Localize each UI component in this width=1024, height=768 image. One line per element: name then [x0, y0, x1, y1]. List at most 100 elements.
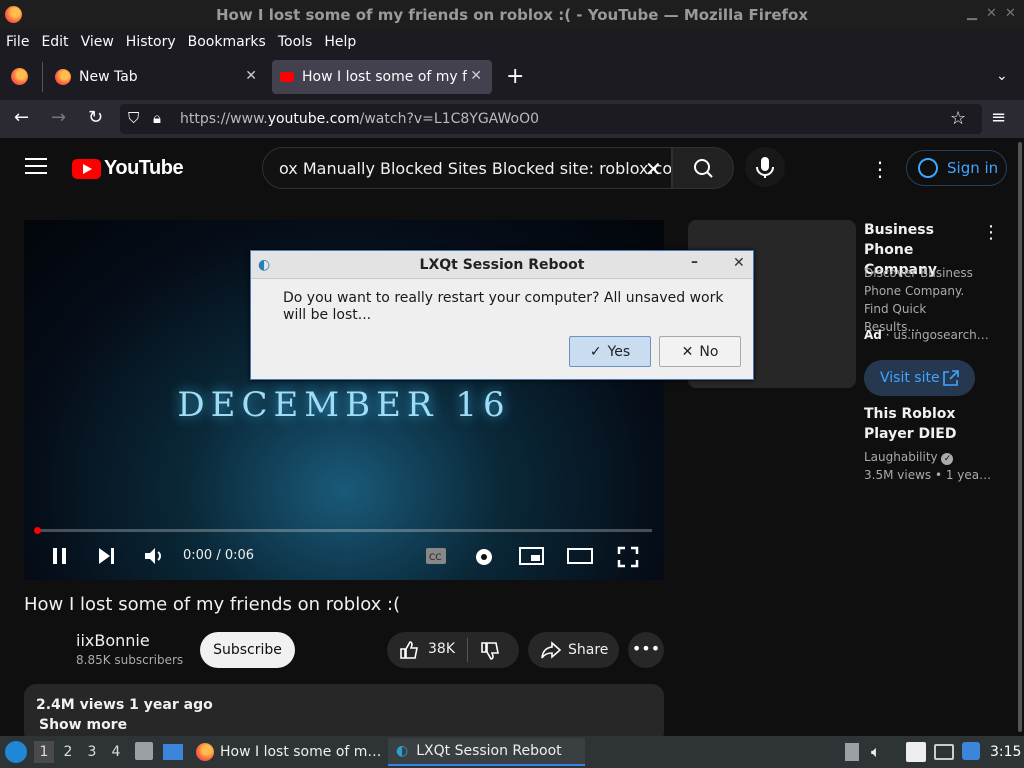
- shield-icon[interactable]: ⛉: [128, 109, 139, 127]
- new-tab-plus-icon[interactable]: +: [506, 64, 524, 89]
- menu-help[interactable]: Help: [324, 34, 362, 50]
- sign-in-button[interactable]: Sign in: [906, 150, 1007, 186]
- volume-tray-icon[interactable]: 🔈︎: [871, 742, 881, 762]
- firefox-view-icon[interactable]: [11, 68, 28, 85]
- lxqt-start-menu-icon[interactable]: [5, 741, 27, 763]
- more-actions-icon[interactable]: •••: [628, 632, 664, 668]
- recommended-channel[interactable]: Laughability ✓: [864, 450, 954, 465]
- ad-menu-kebab-icon[interactable]: ⋮: [982, 222, 1000, 243]
- guide-menu-icon[interactable]: [25, 158, 47, 179]
- workspace-2[interactable]: 2: [58, 741, 78, 763]
- search-button[interactable]: [672, 147, 734, 189]
- menu-file[interactable]: File: [6, 34, 35, 50]
- close-icon[interactable]: ✕: [1005, 6, 1016, 21]
- voice-search-button[interactable]: [745, 147, 785, 187]
- subscriber-count: 8.85K subscribers: [76, 653, 184, 667]
- next-video-icon[interactable]: [96, 546, 116, 566]
- clear-search-icon[interactable]: ✕: [645, 157, 662, 181]
- forward-arrow-icon[interactable]: →: [51, 107, 66, 128]
- settings-gear-icon[interactable]: [473, 546, 495, 568]
- show-more-link[interactable]: Show more: [39, 717, 127, 733]
- video-overlay-text: DECEMBER 16: [177, 385, 511, 425]
- theater-mode-icon[interactable]: [567, 547, 593, 565]
- task-firefox[interactable]: How I lost some of m…: [192, 738, 382, 766]
- close-tab-icon[interactable]: ✕: [245, 68, 257, 84]
- share-button[interactable]: Share: [528, 632, 619, 668]
- settings-kebab-icon[interactable]: ⋮: [870, 157, 890, 181]
- list-all-tabs-chevron-icon[interactable]: ⌄: [996, 68, 1008, 84]
- update-notifier-icon[interactable]: [962, 742, 980, 760]
- removable-media-icon[interactable]: [845, 743, 859, 761]
- search-input[interactable]: ox Manually Blocked Sites Blocked site: …: [262, 147, 672, 189]
- thumbs-up-icon[interactable]: [399, 640, 419, 660]
- workspace-3[interactable]: 3: [82, 741, 102, 763]
- no-button[interactable]: ✕ No: [659, 336, 741, 367]
- reload-icon[interactable]: ↻: [88, 107, 103, 128]
- thumbs-down-icon[interactable]: [480, 641, 500, 661]
- search-icon: [694, 159, 713, 178]
- pause-icon[interactable]: [50, 546, 70, 566]
- workspace-1[interactable]: 1: [34, 741, 54, 763]
- menu-tools[interactable]: Tools: [278, 34, 319, 50]
- app-menu-hamburger-icon[interactable]: ≡: [991, 107, 1006, 128]
- dialog-title: LXQt Session Reboot: [419, 256, 585, 273]
- close-tab-icon[interactable]: ✕: [470, 68, 482, 84]
- url-prefix: https://www.: [180, 111, 268, 127]
- microphone-icon: [756, 157, 774, 178]
- tab-separator: [42, 62, 43, 92]
- tab-new-tab[interactable]: New Tab ✕: [47, 60, 267, 94]
- yes-button[interactable]: ✓ Yes: [569, 336, 651, 367]
- fullscreen-icon[interactable]: [617, 546, 639, 568]
- volume-icon[interactable]: [143, 546, 165, 566]
- scrollbar-thumb[interactable]: [1018, 142, 1022, 732]
- network-icon[interactable]: [934, 744, 954, 760]
- minimize-icon[interactable]: ▁: [967, 6, 977, 21]
- verified-check-icon: ✓: [941, 453, 954, 465]
- subscribe-button[interactable]: Subscribe: [200, 632, 295, 668]
- maximize-icon[interactable]: ✕: [986, 6, 997, 21]
- menu-bookmarks[interactable]: Bookmarks: [188, 34, 272, 50]
- miniplayer-icon[interactable]: [519, 547, 545, 565]
- tab-label: New Tab: [79, 69, 138, 85]
- visit-site-label: Visit site: [880, 370, 940, 386]
- dialog-titlebar[interactable]: ◐ LXQt Session Reboot – ✕: [251, 251, 753, 279]
- menu-view[interactable]: View: [81, 34, 120, 50]
- tab-bar: New Tab ✕ How I lost some of my friends …: [0, 54, 1024, 100]
- clipboard-icon[interactable]: [906, 742, 926, 762]
- youtube-logo[interactable]: YouTube: [72, 157, 184, 180]
- youtube-favicon-icon: [280, 72, 294, 82]
- dialog-minimize-icon[interactable]: –: [691, 254, 698, 270]
- progress-scrubber[interactable]: [34, 527, 41, 534]
- search-input-value: ox Manually Blocked Sites Blocked site: …: [279, 158, 672, 178]
- closed-captions-icon[interactable]: CC: [425, 547, 447, 565]
- recommended-video-title[interactable]: This Roblox Player DIED: [864, 404, 984, 444]
- url-bar[interactable]: ⛉ 🔒︎ https://www. youtube.com/watch?v=L1C…: [120, 104, 982, 134]
- video-progress-bar[interactable]: [34, 527, 652, 534]
- file-manager-icon[interactable]: [135, 742, 153, 760]
- page-scrollbar[interactable]: [1016, 138, 1024, 736]
- tab-youtube-video[interactable]: How I lost some of my friends on roblox …: [272, 60, 492, 94]
- show-desktop-icon[interactable]: [163, 744, 183, 760]
- session-reboot-dialog: ◐ LXQt Session Reboot – ✕ Do you want to…: [250, 250, 754, 380]
- ad-description: Discover Business Phone Company. Find Qu…: [864, 266, 973, 334]
- firefox-icon: [55, 69, 71, 85]
- visit-site-button[interactable]: Visit site: [864, 360, 975, 396]
- like-count[interactable]: 38K: [428, 641, 455, 657]
- menu-history[interactable]: History: [126, 34, 182, 50]
- share-label: Share: [568, 642, 609, 658]
- bookmark-star-icon[interactable]: ☆: [950, 108, 966, 129]
- recommended-meta: 3.5M views • 1 yea…: [864, 468, 992, 482]
- clock[interactable]: 3:15: [990, 744, 1021, 760]
- description-box[interactable]: 2.4M views 1 year ago Show more: [24, 684, 664, 744]
- channel-name[interactable]: iixBonnie: [76, 631, 150, 650]
- task-session-reboot[interactable]: ◐ LXQt Session Reboot: [388, 738, 585, 766]
- firefox-icon: [5, 6, 22, 23]
- dialog-close-icon[interactable]: ✕: [733, 255, 745, 271]
- workspace-4[interactable]: 4: [106, 741, 126, 763]
- like-divider: [467, 638, 468, 662]
- lock-icon[interactable]: 🔒︎: [153, 109, 161, 127]
- back-arrow-icon[interactable]: ←: [14, 107, 29, 128]
- menu-edit[interactable]: Edit: [41, 34, 74, 50]
- recommended-channel-name: Laughability: [864, 450, 938, 464]
- menu-bar: File Edit View History Bookmarks Tools H…: [0, 29, 1024, 54]
